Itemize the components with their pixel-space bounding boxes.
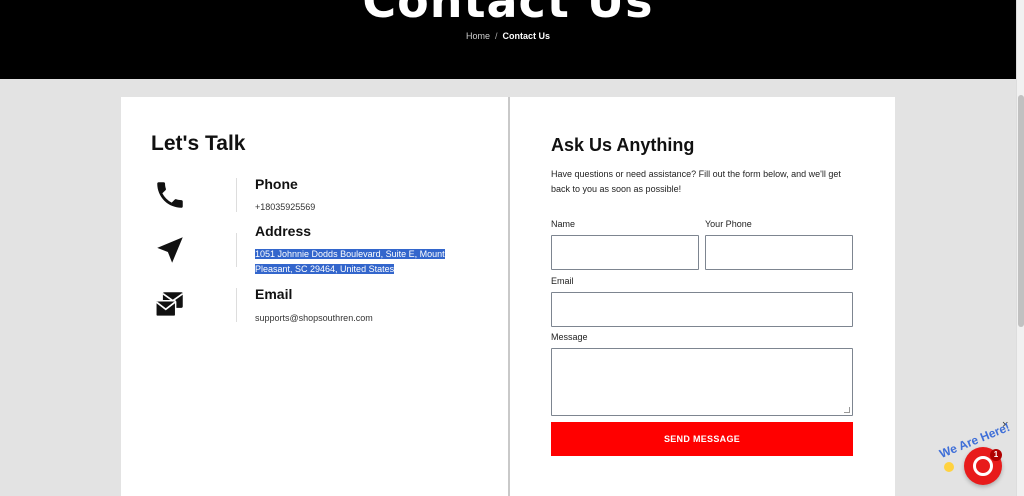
phone-input[interactable] (705, 235, 853, 270)
phone-field-label: Your Phone (705, 219, 752, 229)
textarea-resize-handle[interactable] (844, 407, 850, 413)
breadcrumb: Home / Contact Us (0, 31, 1016, 41)
address-divider (236, 233, 237, 267)
form-intro: Have questions or need assistance? Fill … (551, 169, 841, 194)
breadcrumb-separator: / (494, 31, 498, 41)
message-textarea[interactable] (551, 348, 853, 416)
send-message-button[interactable]: SEND MESSAGE (551, 422, 853, 456)
mail-icon (153, 288, 187, 322)
phone-icon (153, 178, 187, 212)
phone-label: Phone (255, 176, 298, 192)
name-input[interactable] (551, 235, 699, 270)
address-value-text: 1051 Johnnie Dodds Boulevard, Suite E, M… (255, 249, 445, 274)
phone-divider (236, 178, 237, 212)
address-value[interactable]: 1051 Johnnie Dodds Boulevard, Suite E, M… (255, 247, 455, 277)
phone-value[interactable]: +18035925569 (255, 200, 315, 215)
contact-form-panel: Ask Us Anything Have questions or need a… (510, 97, 895, 496)
chat-notification-badge: 1 (990, 449, 1002, 461)
address-label: Address (255, 223, 312, 239)
location-arrow-icon (153, 233, 187, 267)
breadcrumb-current: Contact Us (502, 31, 551, 41)
email-value[interactable]: supports@shopsouthren.com (255, 311, 373, 326)
form-title: Ask Us Anything (551, 135, 695, 155)
page-hero: Contact Us Home / Contact Us (0, 0, 1016, 79)
name-label: Name (551, 219, 576, 229)
scrollbar-thumb[interactable] (1018, 95, 1024, 327)
breadcrumb-home-link[interactable]: Home (466, 31, 490, 41)
chat-icon (973, 456, 993, 476)
email-label: Email (255, 286, 293, 302)
email-divider (236, 288, 237, 322)
email-field-label: Email (551, 276, 574, 286)
contact-info-title: Let's Talk (151, 132, 246, 155)
contact-info-panel: Let's Talk Phone +18035925569 Address 10… (121, 97, 508, 496)
message-label: Message (551, 332, 588, 342)
email-input[interactable] (551, 292, 853, 327)
page-scrollbar[interactable] (1016, 0, 1024, 496)
page-title: Contact Us (362, 0, 654, 28)
